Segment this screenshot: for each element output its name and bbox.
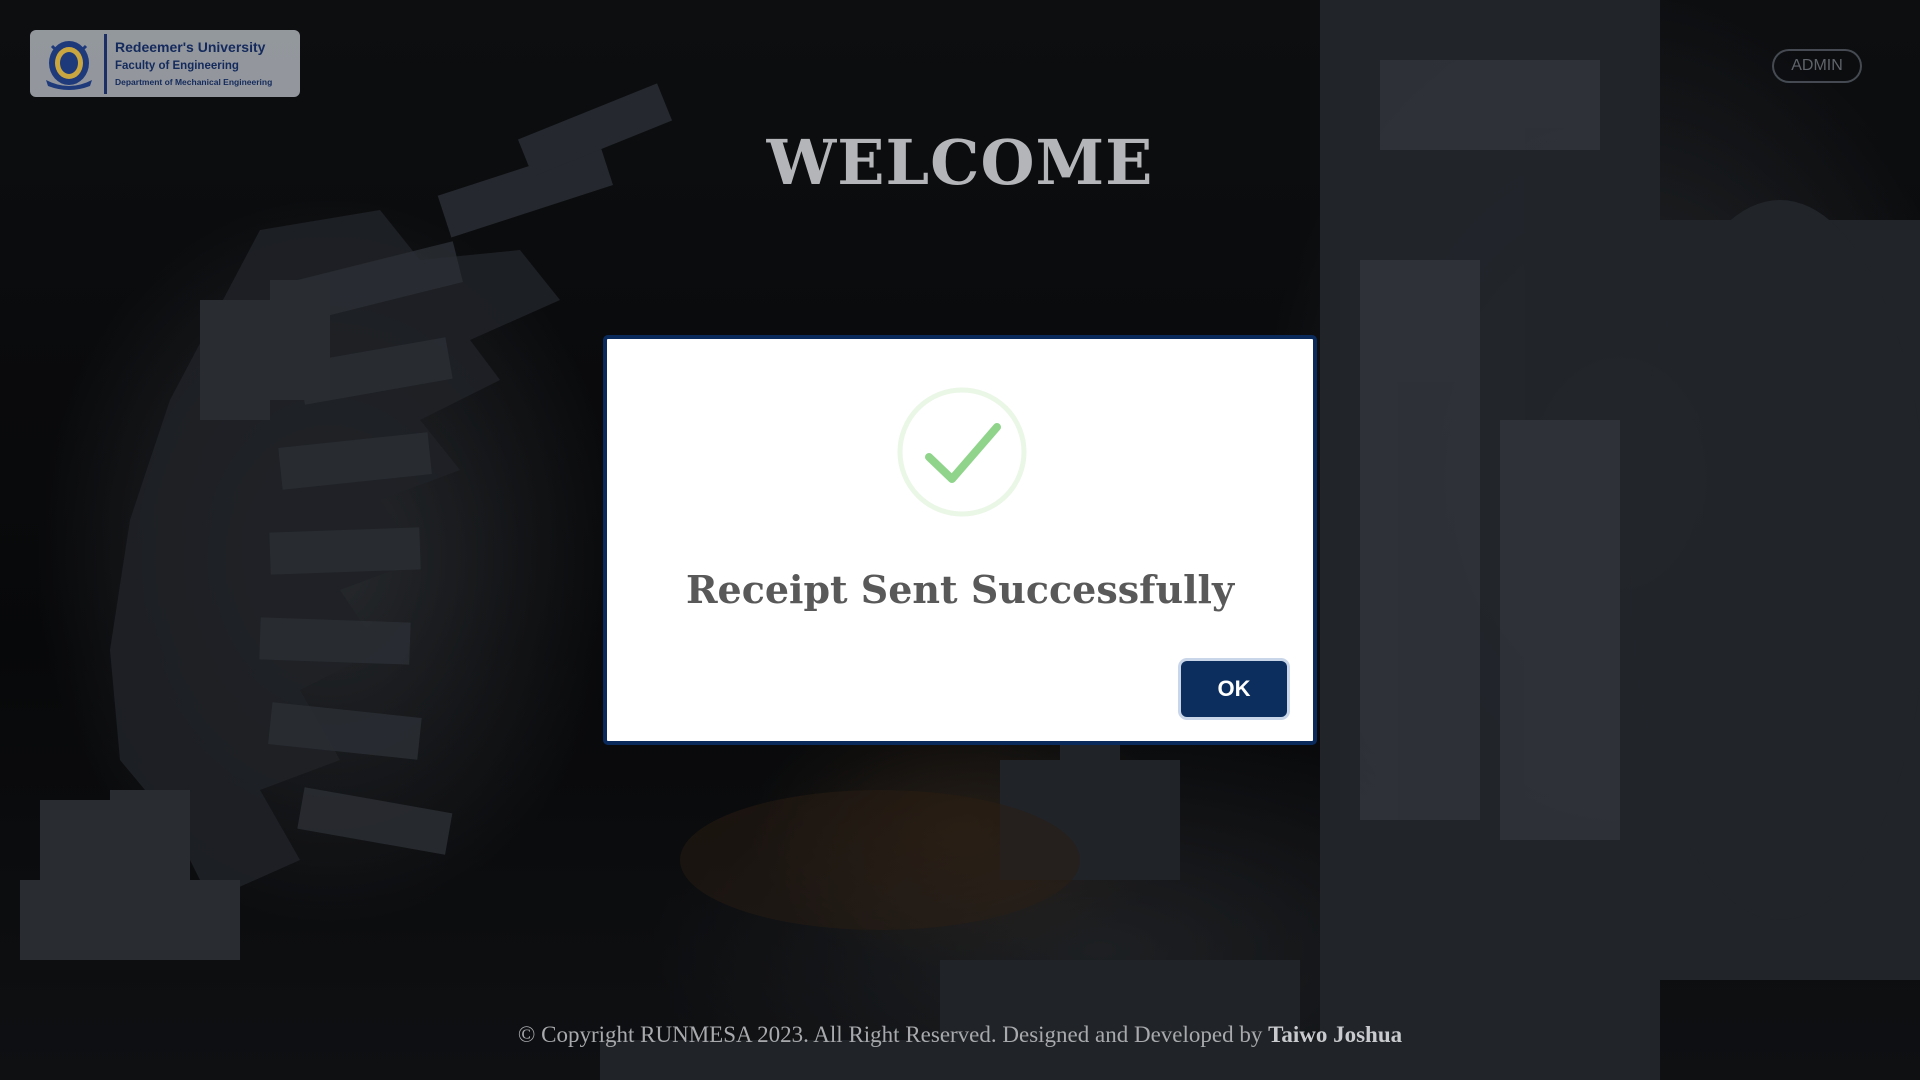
success-dialog: Receipt Sent Successfully OK (603, 335, 1317, 745)
check-circle-icon (897, 387, 1027, 517)
logo-text: Redeemer's University Faculty of Enginee… (115, 38, 272, 89)
ok-button[interactable]: OK (1181, 661, 1287, 717)
footer-copyright: © Copyright RUNMESA 2023. All Right Rese… (0, 1022, 1920, 1048)
faculty-name: Faculty of Engineering (115, 60, 239, 72)
copyright-text: © Copyright RUNMESA 2023. All Right Rese… (517, 1022, 1263, 1047)
department-name: Department of Mechanical Engineering (115, 77, 273, 87)
author-name: Taiwo Joshua (1268, 1022, 1403, 1047)
university-name: Redeemer's University (115, 39, 266, 55)
logo-divider (104, 33, 107, 94)
university-logo[interactable]: Redeemer's University Faculty of Enginee… (30, 30, 300, 97)
admin-button[interactable]: ADMIN (1772, 49, 1862, 83)
university-crest-icon (38, 35, 100, 93)
dialog-title: Receipt Sent Successfully (685, 567, 1235, 612)
page-background: Redeemer's University Faculty of Enginee… (0, 0, 1920, 1080)
welcome-heading: WELCOME (766, 126, 1154, 199)
